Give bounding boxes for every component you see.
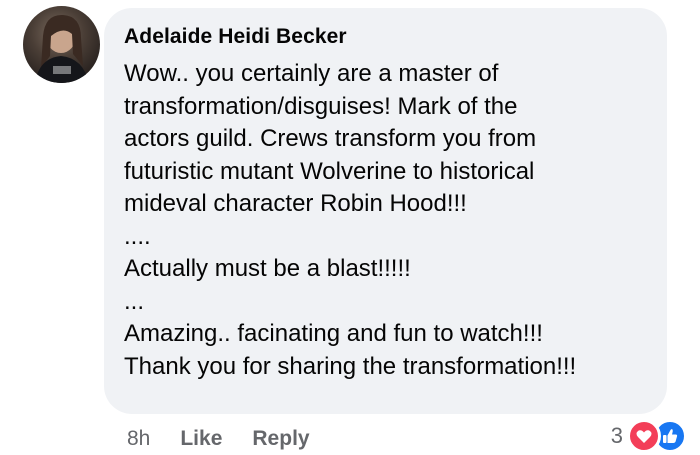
- comment-line: transformation/disguises! Mark of the: [124, 92, 518, 120]
- comment-actions: 8h Like Reply: [127, 425, 310, 453]
- comment-bubble: Adelaide Heidi Becker Wow.. you certainl…: [104, 8, 667, 414]
- avatar[interactable]: [23, 6, 100, 83]
- comment-line: Amazing.. facinating and fun to watch!!!: [124, 320, 543, 347]
- heart-icon: [627, 419, 661, 453]
- comment-line: Wow.. you certainly are a master of: [124, 60, 499, 87]
- comment-timestamp[interactable]: 8h: [127, 425, 150, 453]
- comment-line: ...: [124, 287, 145, 315]
- comment-line: Thank you for sharing the transformation…: [124, 352, 577, 380]
- comment-line: mideval character Robin Hood!!!: [124, 190, 467, 217]
- comment-line: actors guild. Crews transform you from: [124, 125, 537, 152]
- comment-line: ....: [124, 222, 151, 250]
- reactions-summary[interactable]: 3: [606, 419, 690, 453]
- comment-body: Wow.. you certainly are a master of tran…: [124, 58, 654, 383]
- reaction-count: 3: [610, 423, 623, 448]
- comment-line: Actually must be a blast!!!!!: [124, 255, 411, 282]
- comment-author[interactable]: Adelaide Heidi Becker: [124, 25, 347, 49]
- comment-line: futuristic mutant Wolverine to historica…: [124, 157, 535, 185]
- like-button[interactable]: Like: [180, 425, 222, 453]
- reply-button[interactable]: Reply: [252, 425, 309, 453]
